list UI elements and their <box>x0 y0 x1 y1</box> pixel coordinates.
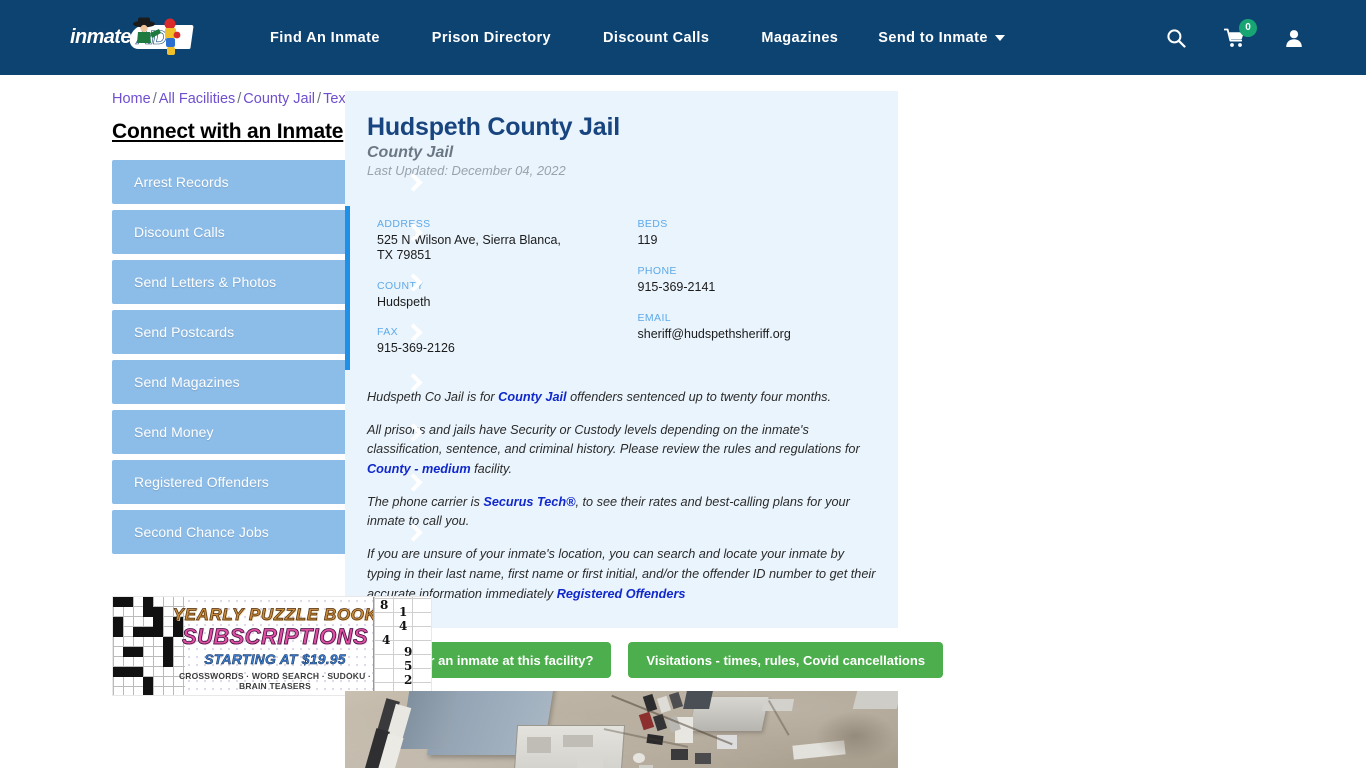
info-value: 915-369-2141 <box>637 279 716 294</box>
description-paragraph-1: Hudspeth Co Jail is for County Jail offe… <box>367 388 876 408</box>
info-beds: BEDS 119 <box>638 218 899 248</box>
info-value: Hudspeth <box>377 294 431 309</box>
nav-dropdown-label: Send to Inmate <box>878 29 988 46</box>
facility-aerial-photo[interactable] <box>345 691 898 768</box>
breadcrumb-item-home[interactable]: Home <box>112 91 151 107</box>
sudoku-number: 4 <box>399 619 408 633</box>
info-value: 525 N Wilson Ave, Sierra Blanca, TX 7985… <box>377 233 561 262</box>
info-value: sheriff@hudspethsheriff.org <box>637 326 791 341</box>
sudoku-number: 1 <box>399 605 408 619</box>
sudoku-number: 9 <box>404 645 413 659</box>
site-logo[interactable]: inmate AID <box>70 16 194 60</box>
info-column-right: BEDS 119 PHONE 915-369-2141 EMAIL sherif… <box>638 218 899 356</box>
sudoku-number: 4 <box>382 633 391 647</box>
info-address: ADDRESS 525 N Wilson Ave, Sierra Blanca,… <box>377 218 638 263</box>
info-label: EMAIL <box>637 311 672 324</box>
cart-icon[interactable]: 0 <box>1223 18 1257 48</box>
breadcrumb-item-all-facilities[interactable]: All Facilities <box>159 91 236 107</box>
link-registered-offenders[interactable]: Registered Offenders <box>557 587 686 601</box>
left-sidebar: Home / All Facilities / County Jail / Texas Co… <box>0 91 435 768</box>
nav-icon-group: 0 <box>1128 18 1366 48</box>
visitations-button[interactable]: Visitations - times, rules, Covid cancel… <box>628 642 944 679</box>
facility-header: Hudspeth County Jail County Jail Last Up… <box>345 113 898 178</box>
nav-link-discount-calls[interactable]: Discount Calls <box>603 30 709 46</box>
description-paragraph-3: The phone carrier is Securus Tech®, to s… <box>367 493 876 532</box>
main-content: Hudspeth County Jail County Jail Last Up… <box>345 91 1366 768</box>
ad-line-2: SUBSCRIPTIONS <box>181 624 369 650</box>
link-county-medium[interactable]: County - medium <box>367 462 471 476</box>
nav-link-find-an-inmate[interactable]: Find An Inmate <box>270 30 380 46</box>
info-label: PHONE <box>637 264 677 277</box>
nav-link-magazines[interactable]: Magazines <box>761 30 838 46</box>
facility-card: Hudspeth County Jail County Jail Last Up… <box>345 91 898 629</box>
sudoku-grid-graphic: 8 1 4 4 9 5 2 <box>373 597 431 695</box>
link-county-jail[interactable]: County Jail <box>498 390 566 404</box>
description-paragraph-4: If you are unsure of your inmate's locat… <box>367 545 876 604</box>
facility-info-block: ADDRESS 525 N Wilson Ave, Sierra Blanca,… <box>345 206 898 370</box>
nav-links: Find An Inmate Prison Directory Discount… <box>270 30 1057 46</box>
sudoku-number: 8 <box>380 598 389 612</box>
p1-text-b: offenders sentenced up to twenty four mo… <box>566 390 832 404</box>
p3-text-a: The phone carrier is <box>367 494 484 509</box>
info-phone: PHONE 915-369-2141 <box>638 265 899 295</box>
info-value: 119 <box>637 233 658 247</box>
breadcrumb-separator: / <box>152 91 157 107</box>
logo-wordmark: inmate <box>70 26 131 48</box>
ad-line-3: STARTING AT $19.95 <box>204 651 346 668</box>
nav-dropdown-send-to-inmate[interactable]: Send to Inmate <box>878 30 1005 46</box>
breadcrumb-separator: / <box>317 91 322 107</box>
sudoku-number: 5 <box>404 659 413 673</box>
info-value: 915-369-2126 <box>377 341 455 356</box>
facility-description: Hudspeth Co Jail is for County Jail offe… <box>345 370 898 628</box>
ad-text-group: YEARLY PUZZLE BOOK SUBSCRIPTIONS STARTIN… <box>171 605 379 691</box>
p1-text-a: Hudspeth Co Jail is for <box>367 390 499 404</box>
facility-type: County Jail <box>367 144 454 161</box>
p2-text-a: All prisons and jails have Security or C… <box>367 422 860 457</box>
link-securus-tech[interactable]: Securus Tech® <box>483 495 575 509</box>
breadcrumb-item-county-jail[interactable]: County Jail <box>243 91 315 107</box>
search-icon[interactable] <box>1166 28 1186 48</box>
puzzle-book-ad-banner[interactable]: YEARLY PUZZLE BOOK SUBSCRIPTIONS STARTIN… <box>112 596 432 696</box>
description-paragraph-2: All prisons and jails have Security or C… <box>367 421 876 480</box>
nav-link-prison-directory[interactable]: Prison Directory <box>432 30 551 46</box>
top-navigation-bar: inmate AID Find An Inmate Prison Directo… <box>0 0 1366 75</box>
last-updated-text: Last Updated: December 04, 2022 <box>367 163 566 178</box>
ad-line-4: CROSSWORDS · WORD SEARCH · SUDOKU · BRAI… <box>178 671 372 691</box>
ad-line-1: YEARLY PUZZLE BOOK <box>172 605 378 625</box>
breadcrumb: Home / All Facilities / County Jail / Texas <box>112 91 361 107</box>
info-label: BEDS <box>637 218 668 230</box>
cart-count-badge: 0 <box>1239 18 1257 37</box>
chevron-down-icon <box>994 34 1005 41</box>
sudoku-number: 2 <box>404 673 413 687</box>
page-title: Hudspeth County Jail <box>367 113 620 141</box>
page-body: Home / All Facilities / County Jail / Texas Co… <box>0 75 1366 768</box>
p2-text-b: facility. <box>470 462 512 477</box>
cta-button-row: Looking for an inmate at this facility? … <box>345 642 1366 679</box>
sidebar-heading: Connect with an Inmate <box>112 120 344 143</box>
breadcrumb-separator: / <box>237 91 242 107</box>
logo-mascot-icon <box>133 17 181 55</box>
info-email: EMAIL sheriff@hudspethsheriff.org <box>638 312 899 342</box>
user-icon[interactable] <box>1284 28 1304 48</box>
